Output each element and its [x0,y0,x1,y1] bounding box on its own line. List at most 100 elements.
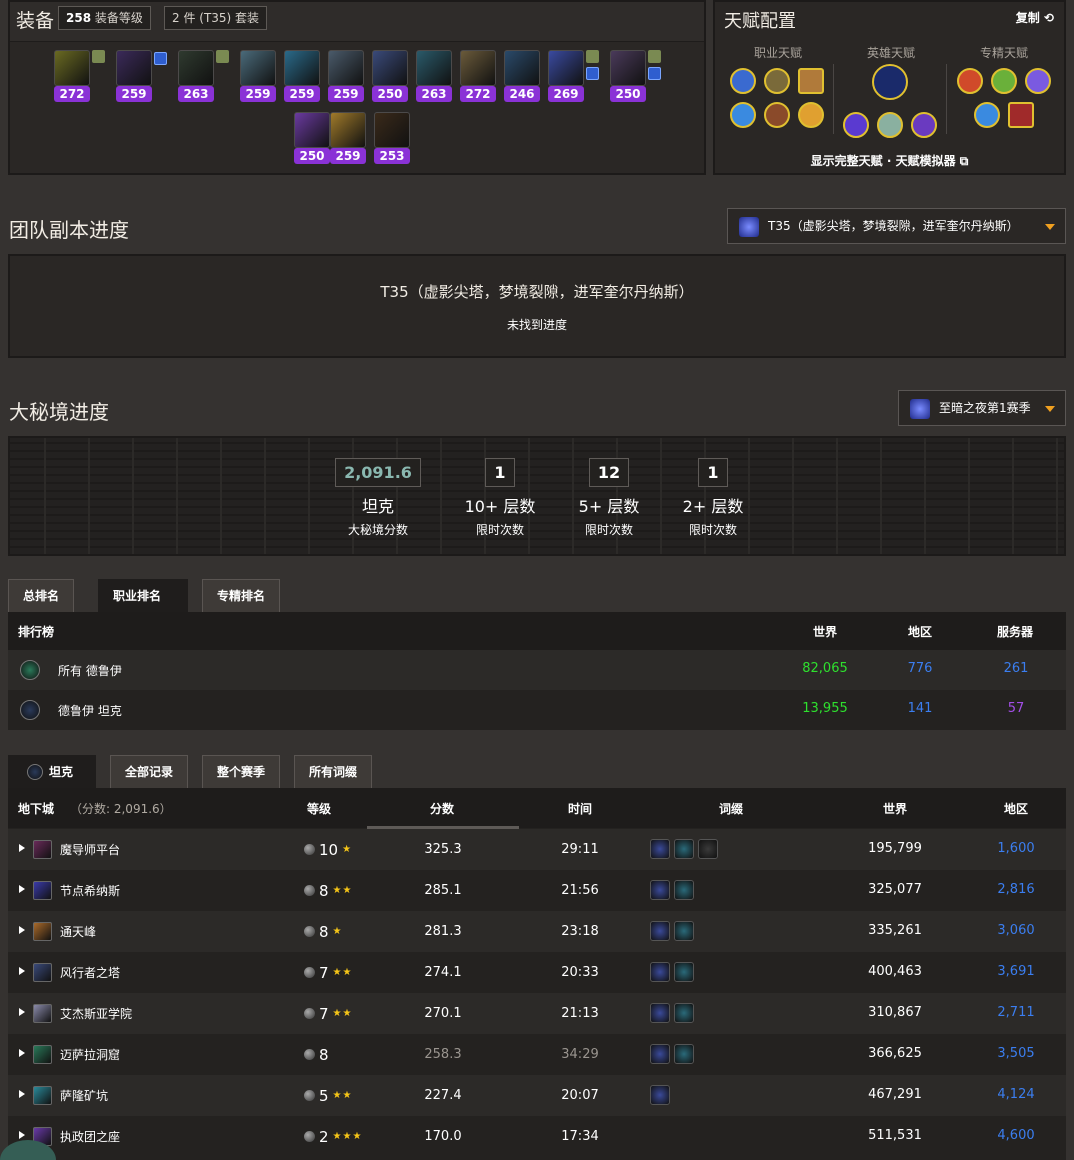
region-rank[interactable]: 3,505 [976,1046,1056,1061]
region-rank[interactable]: 3,060 [976,923,1056,938]
talent-icon[interactable] [730,68,756,94]
item-level-label: 259 [330,148,366,164]
talent-icon[interactable] [798,68,824,94]
region-rank[interactable]: 2,816 [976,882,1056,897]
talent-icon[interactable] [764,102,790,128]
dungeon-name[interactable]: 风行者之塔 [60,964,120,981]
tab-all-records[interactable]: 全部记录 [110,755,189,789]
dungeon-name[interactable]: 通天峰 [60,923,96,940]
gear-slot-icon[interactable] [610,50,646,86]
dungeon-time: 34:29 [561,1047,599,1062]
talent-icon[interactable] [911,112,937,138]
enchant-icon [92,50,105,63]
dungeon-row[interactable]: 执政团之座 2 ★★★ 170.0 17:34 511,531 4,600 [8,1116,1066,1157]
expand-arrow-icon[interactable] [19,885,25,893]
affix-icon[interactable] [650,1003,670,1023]
dungeon-row[interactable]: 萨隆矿坑 5 ★★ 227.4 20:07 467,291 4,124 [8,1075,1066,1116]
ranking-row[interactable]: 所有 德鲁伊 82,065 776 261 [8,650,1066,690]
affix-icon[interactable] [650,839,670,859]
region-rank[interactable]: 4,600 [976,1128,1056,1143]
gear-slot-icon[interactable] [328,50,364,86]
gear-slot-icon[interactable] [178,50,214,86]
hero-talent-icon[interactable] [872,64,908,100]
dungeon-score: 281.3 [424,924,462,939]
region-rank[interactable]: 4,124 [976,1087,1056,1102]
copy-talent-button[interactable]: 复制 ⟲ [1016,9,1054,26]
timed-2-stat: 1 2+ 层数 限时次数 [663,458,763,538]
affix-icon[interactable] [650,921,670,941]
talent-icon[interactable] [974,102,1000,128]
dungeon-name[interactable]: 魔导师平台 [60,841,120,858]
season-dropdown[interactable]: 至暗之夜第1赛季 [898,390,1066,426]
gear-slot-icon[interactable] [284,50,320,86]
expand-arrow-icon[interactable] [19,967,25,975]
expand-arrow-icon[interactable] [19,844,25,852]
dungeon-score: 170.0 [424,1129,462,1144]
expand-arrow-icon[interactable] [19,926,25,934]
dungeon-row[interactable]: 节点希纳斯 8 ★★ 285.1 21:56 325,077 2,816 [8,870,1066,911]
gear-slot-icon[interactable] [416,50,452,86]
region-rank[interactable]: 1,600 [976,841,1056,856]
affix-icon[interactable] [674,880,694,900]
affix-icon[interactable] [674,839,694,859]
tab-class-rank[interactable]: 职业排名 [98,579,188,613]
tab-all-affixes[interactable]: 所有词缀 [294,755,373,789]
raid-tier-dropdown[interactable]: T35（虚影尖塔，梦境裂隙，进军奎尔丹纳斯） [727,208,1066,244]
dungeon-name[interactable]: 迈萨拉洞窟 [60,1046,120,1063]
dungeon-row[interactable]: 迈萨拉洞窟 8 258.3 34:29 366,625 3,505 [8,1034,1066,1075]
talent-icon[interactable] [798,102,824,128]
show-full-talents-link[interactable]: 显示完整天赋 · 天赋模拟器 ⧉ [715,152,1064,169]
tab-whole-season[interactable]: 整个赛季 [202,755,281,789]
talent-icon[interactable] [764,68,790,94]
tab-spec-rank[interactable]: 专精排名 [202,579,281,613]
talent-icon[interactable] [1008,102,1034,128]
gear-slot-icon[interactable] [240,50,276,86]
gear-slot-icon[interactable] [504,50,540,86]
affix-icon[interactable] [650,880,670,900]
affix-icon[interactable] [698,839,718,859]
talent-icon[interactable] [843,112,869,138]
ranking-row[interactable]: 德鲁伊 坦克 13,955 141 57 [8,690,1066,730]
tab-overall-rank[interactable]: 总排名 [8,579,75,613]
dungeon-row[interactable]: 风行者之塔 7 ★★ 274.1 20:33 400,463 3,691 [8,952,1066,993]
item-level-badge: 258 装备等级 [58,6,151,30]
dungeon-name[interactable]: 执政团之座 [60,1128,120,1145]
affix-icon[interactable] [650,1085,670,1105]
expand-arrow-icon[interactable] [19,1049,25,1057]
expand-arrow-icon[interactable] [19,1090,25,1098]
item-level-label: 259 [328,86,364,102]
dungeon-icon [33,1045,52,1064]
dungeon-name[interactable]: 节点希纳斯 [60,882,120,899]
gear-slot-icon[interactable] [116,50,152,86]
dungeon-name[interactable]: 萨隆矿坑 [60,1087,108,1104]
gem-icon [648,67,661,80]
talent-icon[interactable] [1025,68,1051,94]
gear-slot-icon[interactable] [372,50,408,86]
talent-icon[interactable] [877,112,903,138]
affix-icon[interactable] [674,1003,694,1023]
expand-arrow-icon[interactable] [19,1008,25,1016]
affix-icon[interactable] [650,1044,670,1064]
region-rank[interactable]: 3,691 [976,964,1056,979]
gear-slot-icon[interactable] [374,112,410,148]
gear-slot-icon[interactable] [330,112,366,148]
region-rank[interactable]: 2,711 [976,1005,1056,1020]
dungeon-row[interactable]: 通天峰 8 ★ 281.3 23:18 335,261 3,060 [8,911,1066,952]
talent-icon[interactable] [957,68,983,94]
dungeon-row[interactable]: 艾杰斯亚学院 7 ★★ 270.1 21:13 310,867 2,711 [8,993,1066,1034]
talent-icon[interactable] [730,102,756,128]
dungeon-name[interactable]: 艾杰斯亚学院 [60,1005,132,1022]
expand-arrow-icon[interactable] [19,1131,25,1139]
affix-icon[interactable] [674,921,694,941]
talent-icon[interactable] [991,68,1017,94]
keystone-icon [304,1090,315,1101]
affix-icon[interactable] [650,962,670,982]
gear-slot-icon[interactable] [54,50,90,86]
dungeon-row[interactable]: 魔导师平台 10 ★ 325.3 29:11 195,799 1,600 [8,829,1066,870]
affix-icon[interactable] [674,1044,694,1064]
gear-slot-icon[interactable] [548,50,584,86]
gear-slot-icon[interactable] [460,50,496,86]
gear-slot-icon[interactable] [294,112,330,148]
tab-tank[interactable]: 坦克 [8,755,96,789]
affix-icon[interactable] [674,962,694,982]
